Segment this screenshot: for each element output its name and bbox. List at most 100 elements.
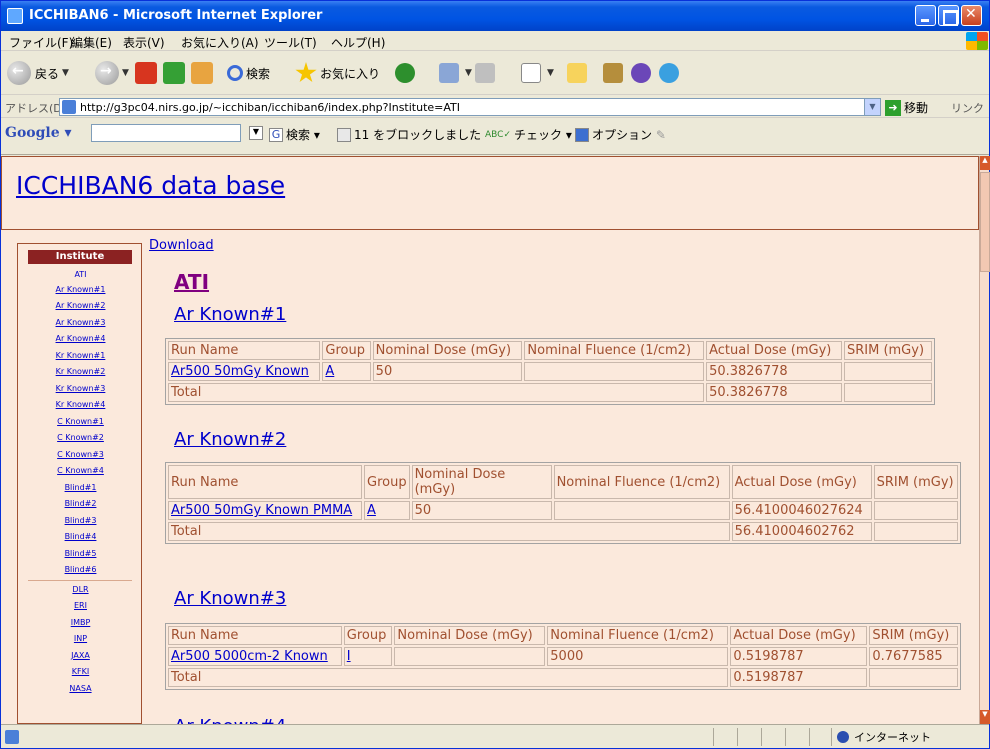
table-row: Ar500 50mGy Known PMMA A 50 56.410004602… [168, 501, 958, 520]
sidebar-link-blind-5[interactable]: Blind#5 [18, 549, 141, 558]
sidebar-link-kr-known-4[interactable]: Kr Known#4 [18, 400, 141, 409]
options-button[interactable]: オプション ✎ [575, 126, 666, 143]
run-name-link[interactable]: Ar500 50mGy Known PMMA [171, 503, 352, 518]
section-title-ar-known-3[interactable]: Ar Known#3 [174, 588, 286, 609]
minimize-button[interactable] [915, 5, 936, 26]
menu-tools[interactable]: ツール(T) [264, 34, 317, 51]
menu-help[interactable]: ヘルプ(H) [331, 34, 385, 51]
stop-button[interactable] [135, 60, 157, 86]
runs-table-ar-known-1: Run Name Group Nominal Dose (mGy) Nomina… [165, 338, 935, 405]
vertical-scrollbar[interactable]: ▲ ▼ [979, 156, 990, 724]
sidebar-link-c-known-1[interactable]: C Known#1 [18, 417, 141, 426]
scroll-thumb[interactable] [980, 172, 990, 272]
sidebar-link-nasa[interactable]: NASA [18, 684, 141, 693]
sidebar-link-blind-3[interactable]: Blind#3 [18, 516, 141, 525]
runs-table-ar-known-2: Run Name Group Nominal Dose (mGy) Nomina… [165, 462, 961, 544]
history-button[interactable] [395, 60, 418, 86]
status-divider [785, 728, 786, 746]
toolbar: 戻る ▼ ▼ 検索 お気に入り ▼ ▼ [1, 52, 989, 95]
institute-sidebar: Institute ATI Ar Known#1 Ar Known#2 Ar K… [17, 243, 142, 724]
discuss-button[interactable] [567, 60, 590, 86]
site-title-link[interactable]: ICCHIBAN6 data base [16, 171, 285, 200]
edit-button[interactable]: ▼ [521, 60, 554, 86]
menu-edit[interactable]: 編集(E) [71, 34, 112, 51]
section-title-ar-known-2[interactable]: Ar Known#2 [174, 429, 286, 450]
people-icon [659, 63, 679, 83]
sidebar-link-jaxa[interactable]: JAXA [18, 651, 141, 660]
sidebar-link-blind-4[interactable]: Blind#4 [18, 532, 141, 541]
search-button[interactable]: 検索 [227, 60, 270, 86]
go-button[interactable]: ➜ 移動 [885, 99, 928, 116]
mail-button[interactable]: ▼ [439, 60, 472, 86]
institute-title[interactable]: ATI [174, 270, 209, 294]
sidebar-link-eri[interactable]: ERI [18, 601, 141, 610]
scroll-up-icon[interactable]: ▲ [980, 156, 990, 170]
section-title-ar-known-4[interactable]: Ar Known#4 [174, 716, 286, 724]
sidebar-current-institute: ATI [74, 270, 87, 279]
spellcheck-button[interactable]: ABC✓ チェック ▾ [485, 126, 572, 143]
google-logo[interactable]: Google ▾ [5, 125, 72, 141]
research-button[interactable] [603, 60, 626, 86]
sidebar-link-kr-known-2[interactable]: Kr Known#2 [18, 367, 141, 376]
total-label: Total [168, 522, 730, 541]
popup-blocker-button[interactable]: 11 をブロックしました [337, 126, 481, 143]
menu-favorites[interactable]: お気に入り(A) [181, 34, 259, 51]
security-zone: インターネット [837, 729, 931, 745]
contacts-button[interactable] [659, 60, 682, 86]
address-input[interactable]: http://g3pc04.nirs.go.jp/~icchiban/icchi… [59, 98, 881, 116]
table-header-row: Run Name Group Nominal Dose (mGy) Nomina… [168, 341, 932, 360]
sidebar-link-ar-known-1[interactable]: Ar Known#1 [18, 285, 141, 294]
menu-file[interactable]: ファイル(F) [9, 34, 73, 51]
search-label: 検索 [246, 66, 271, 81]
chevron-down-icon: ▼ [547, 68, 554, 78]
globe-icon [837, 731, 849, 743]
favorites-button[interactable]: お気に入り [295, 60, 380, 86]
sidebar-link-dlr[interactable]: DLR [18, 585, 141, 594]
msn-button[interactable] [631, 60, 654, 86]
home-button[interactable] [191, 60, 213, 86]
sidebar-link-c-known-4[interactable]: C Known#4 [18, 466, 141, 475]
table-header-row: Run Name Group Nominal Dose (mGy) Nomina… [168, 465, 958, 499]
maximize-button[interactable] [938, 5, 959, 26]
group-link[interactable]: A [367, 503, 376, 518]
close-button[interactable] [961, 5, 982, 26]
run-name-link[interactable]: Ar500 5000cm-2 Known [171, 649, 328, 664]
sidebar-link-blind-2[interactable]: Blind#2 [18, 499, 141, 508]
scroll-down-icon[interactable]: ▼ [980, 710, 990, 724]
google-toolbar: Google ▾ ▼ G 検索 ▾ 11 をブロックしました ABC✓ チェック ▾… [1, 119, 989, 155]
google-search-input[interactable] [91, 124, 241, 142]
table-cell: 0.7677585 [869, 647, 958, 666]
refresh-button[interactable] [163, 60, 185, 86]
sidebar-link-blind-6[interactable]: Blind#6 [18, 565, 141, 574]
links-button[interactable]: リンク [951, 100, 984, 116]
google-search-button[interactable]: G 検索 ▾ [269, 126, 320, 143]
sidebar-link-inp[interactable]: INP [18, 634, 141, 643]
menu-view[interactable]: 表示(V) [123, 34, 165, 51]
forward-button[interactable]: ▼ [95, 60, 129, 86]
address-url[interactable]: http://g3pc04.nirs.go.jp/~icchiban/icchi… [80, 101, 460, 114]
back-button[interactable]: 戻る ▼ [7, 60, 69, 86]
table-cell: I [343, 647, 393, 666]
total-label: Total [168, 668, 729, 687]
status-divider [761, 728, 762, 746]
sidebar-link-ar-known-3[interactable]: Ar Known#3 [18, 318, 141, 327]
sidebar-link-kfki[interactable]: KFKI [18, 667, 141, 676]
sidebar-link-c-known-3[interactable]: C Known#3 [18, 450, 141, 459]
sidebar-link-blind-1[interactable]: Blind#1 [18, 483, 141, 492]
sidebar-link-kr-known-3[interactable]: Kr Known#3 [18, 384, 141, 393]
sidebar-link-kr-known-1[interactable]: Kr Known#1 [18, 351, 141, 360]
run-name-link[interactable]: Ar500 50mGy Known [171, 364, 309, 379]
group-link[interactable]: A [325, 364, 334, 379]
group-link[interactable]: I [347, 649, 351, 664]
sidebar-link-imbp[interactable]: IMBP [18, 618, 141, 627]
print-button[interactable] [475, 60, 498, 86]
sidebar-link-ar-known-2[interactable]: Ar Known#2 [18, 301, 141, 310]
table-cell [869, 668, 958, 687]
title-bar[interactable]: ICCHIBAN6 - Microsoft Internet Explorer [1, 1, 989, 31]
section-title-ar-known-1[interactable]: Ar Known#1 [174, 304, 286, 325]
sidebar-link-ar-known-4[interactable]: Ar Known#4 [18, 334, 141, 343]
download-link[interactable]: Download [149, 238, 214, 253]
google-dropdown[interactable]: ▼ [249, 126, 266, 140]
address-dropdown-icon[interactable]: ▼ [864, 99, 880, 115]
sidebar-link-c-known-2[interactable]: C Known#2 [18, 433, 141, 442]
